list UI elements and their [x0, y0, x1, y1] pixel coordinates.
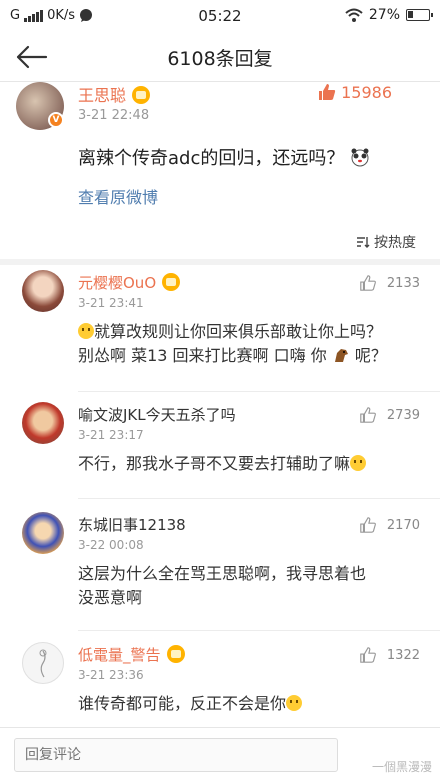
- reply-item: 低電量_警告 3-21 23:36 1322 谁传奇都可能，反正不会是你: [0, 642, 440, 724]
- like-count: 2170: [386, 517, 420, 533]
- avatar[interactable]: [22, 642, 64, 684]
- avatar[interactable]: [22, 402, 64, 444]
- reply-bar: 一個黑漫漫: [0, 727, 440, 782]
- grin-emoji-icon: [350, 455, 367, 471]
- reply-text-line: 呢？: [354, 346, 387, 365]
- panda-emoji-icon: [351, 148, 369, 167]
- username-link[interactable]: 低電量_警告: [78, 644, 185, 665]
- battery-level: [408, 11, 413, 18]
- like-count: 2133: [386, 275, 420, 291]
- username-text: 元樱樱OuO: [78, 274, 157, 292]
- reply-text-content: 谁传奇都可能，反正不会是你: [78, 694, 287, 713]
- thumbs-up-icon: [360, 407, 376, 423]
- thumbs-up-icon: [360, 647, 376, 663]
- thumbs-up-icon: [360, 517, 376, 533]
- thumbs-up-icon: [360, 275, 376, 291]
- battery-icon: [406, 9, 433, 21]
- username-link[interactable]: 王思聪: [78, 82, 151, 106]
- reply-text-content: 不行，那我水子哥不又要去打辅助了嘛: [78, 454, 351, 473]
- like-count: 2739: [386, 407, 420, 423]
- reply-text: 这层为什么全在骂王思聪啊，我寻思着也没恶意啊: [78, 564, 367, 607]
- avatar[interactable]: [22, 512, 64, 554]
- like-count: 1322: [386, 647, 420, 663]
- wifi-icon: [345, 8, 363, 22]
- nav-bar: 6108条回复: [0, 32, 440, 82]
- reply-text: 不行，那我水子哥不又要去打辅助了嘛: [78, 452, 420, 476]
- status-bar: G 0K/s 05:22 27%: [0, 0, 440, 32]
- comment-text-content: 离辣个传奇adc的回归，还远吗？: [78, 148, 345, 169]
- reply-time: 3-21 23:17: [78, 428, 144, 442]
- username-text: 低電量_警告: [78, 646, 161, 664]
- horse-emoji-icon: [334, 349, 348, 362]
- section-divider: [0, 259, 440, 265]
- username-link[interactable]: 东城旧事12138: [78, 514, 186, 535]
- battery-percent: 27%: [368, 7, 400, 23]
- thumbs-up-icon: [319, 84, 336, 100]
- page-title: 6108条回复: [167, 48, 273, 70]
- reply-time: 3-21 23:41: [78, 296, 144, 310]
- reply-text: 谁传奇都可能，反正不会是你: [78, 692, 420, 716]
- comment-time: 3-21 22:48: [78, 108, 150, 123]
- status-right: 27%: [345, 7, 433, 23]
- reply-item: 元樱樱OuO 3-21 23:41 2133 就算改规则让你回来俱乐部敢让你上吗…: [0, 270, 440, 380]
- divider: [78, 391, 440, 392]
- smile-emoji-icon: [286, 695, 303, 711]
- like-count: 15986: [341, 82, 392, 102]
- username-text: 王思聪: [78, 86, 127, 105]
- reply-input[interactable]: [14, 738, 338, 772]
- sketch-avatar-icon: [39, 649, 47, 678]
- crown-badge-icon: [132, 86, 151, 104]
- reply-item: 喻文波JKL今天五杀了吗 3-21 23:17 2739 不行，那我水子哥不又要…: [0, 402, 440, 492]
- username-link[interactable]: 喻文波JKL今天五杀了吗: [78, 404, 236, 425]
- divider: [78, 498, 440, 499]
- avatar[interactable]: [22, 270, 64, 312]
- username-link[interactable]: 元樱樱OuO: [78, 272, 181, 293]
- crown-badge-icon: [166, 645, 185, 663]
- like-button[interactable]: 1322: [359, 646, 420, 664]
- comment-text: 离辣个传奇adc的回归，还远吗？: [78, 144, 370, 170]
- crown-badge-icon: [162, 273, 181, 291]
- smile-emoji-icon: [78, 323, 94, 339]
- like-button[interactable]: 2739: [359, 406, 420, 424]
- reply-text: 就算改规则让你回来俱乐部敢让你上吗？ 别怂啊 菜13 回来打比赛啊 口嗨 你 呢…: [78, 320, 420, 368]
- sort-label: 按热度: [374, 235, 416, 251]
- verified-badge-icon: V: [48, 112, 64, 128]
- reply-text-line: 就算改规则让你回来俱乐部敢让你上吗？: [94, 322, 383, 341]
- original-comment: V 王思聪 3-21 22:48 15986 离辣个传奇adc的回归，还远吗？ …: [0, 82, 440, 259]
- reply-time: 3-21 23:36: [78, 668, 144, 682]
- like-button[interactable]: 2170: [359, 516, 420, 534]
- sort-icon: [357, 237, 370, 248]
- like-button[interactable]: 15986: [317, 82, 392, 102]
- reply-text-line: 别怂啊 菜13 回来打比赛啊 口嗨 你: [78, 346, 332, 365]
- reply-item: 东城旧事12138 3-22 00:08 2170 这层为什么全在骂王思聪啊，我…: [0, 512, 440, 622]
- reply-time: 3-22 00:08: [78, 538, 144, 552]
- view-original-weibo-link[interactable]: 查看原微博: [78, 184, 158, 208]
- like-button[interactable]: 2133: [359, 274, 420, 292]
- divider: [78, 630, 440, 631]
- sort-by-hot-button[interactable]: 按热度: [356, 232, 416, 252]
- watermark: 一個黑漫漫: [371, 760, 432, 774]
